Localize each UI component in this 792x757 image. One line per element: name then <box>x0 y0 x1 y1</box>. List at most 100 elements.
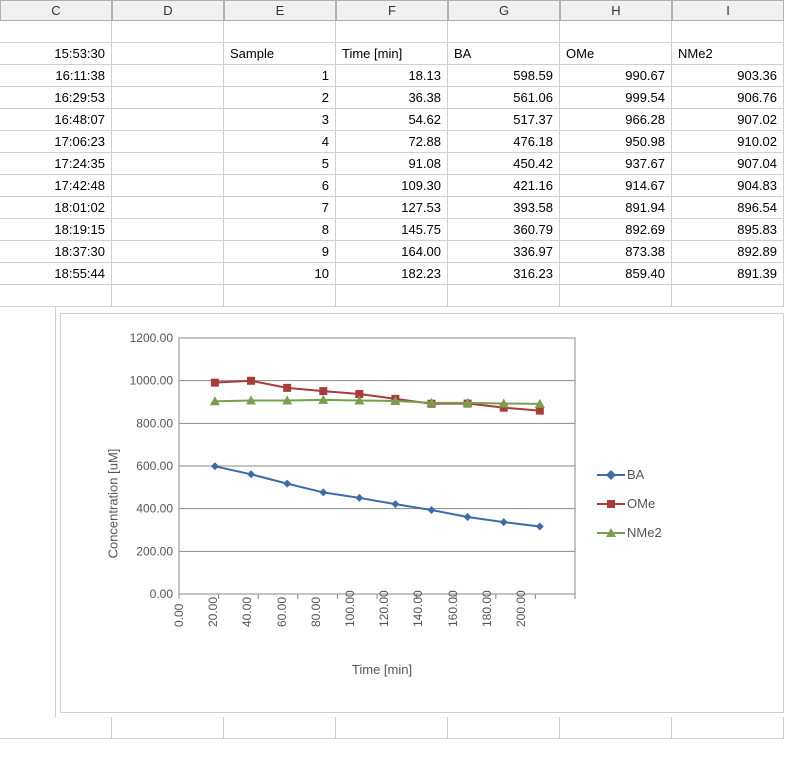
cell[interactable] <box>0 285 112 307</box>
cell[interactable]: 476.18 <box>448 131 560 153</box>
cell[interactable]: 1 <box>224 65 336 87</box>
cell[interactable]: 16:11:38 <box>0 65 112 87</box>
cell[interactable]: 109.30 <box>336 175 448 197</box>
cell[interactable]: 914.67 <box>560 175 672 197</box>
cell[interactable] <box>224 21 336 43</box>
cell[interactable] <box>672 21 784 43</box>
cell[interactable]: 316.23 <box>448 263 560 285</box>
cell[interactable]: 966.28 <box>560 109 672 131</box>
cell[interactable] <box>112 87 224 109</box>
cell[interactable] <box>112 109 224 131</box>
cell[interactable]: 6 <box>224 175 336 197</box>
col-header-F[interactable]: F <box>336 0 448 21</box>
cell[interactable]: 182.23 <box>336 263 448 285</box>
cell[interactable] <box>112 153 224 175</box>
cell[interactable]: 950.98 <box>560 131 672 153</box>
cell[interactable]: 937.67 <box>560 153 672 175</box>
cell[interactable] <box>112 219 224 241</box>
spreadsheet-grid[interactable]: C D E F G H I 15:53:30 Sample Time [min]… <box>0 0 792 285</box>
col-header-H[interactable]: H <box>560 0 672 21</box>
cell-header-sample[interactable]: Sample <box>224 43 336 65</box>
cell[interactable] <box>112 717 224 739</box>
cell[interactable]: 17:06:23 <box>0 131 112 153</box>
cell[interactable]: 910.02 <box>672 131 784 153</box>
cell[interactable]: 17:42:48 <box>0 175 112 197</box>
cell[interactable]: 16:48:07 <box>0 109 112 131</box>
cell[interactable]: 393.58 <box>448 197 560 219</box>
col-header-I[interactable]: I <box>672 0 784 21</box>
cell[interactable]: 18:55:44 <box>0 263 112 285</box>
cell[interactable]: 990.67 <box>560 65 672 87</box>
cell[interactable]: 598.59 <box>448 65 560 87</box>
cell[interactable]: 904.83 <box>672 175 784 197</box>
cell[interactable] <box>224 285 336 307</box>
cell[interactable]: 16:29:53 <box>0 87 112 109</box>
cell[interactable] <box>560 285 672 307</box>
cell[interactable] <box>112 285 224 307</box>
cell[interactable]: 72.88 <box>336 131 448 153</box>
cell[interactable]: 336.97 <box>448 241 560 263</box>
cell[interactable] <box>672 717 784 739</box>
cell[interactable]: 517.37 <box>448 109 560 131</box>
cell[interactable] <box>0 21 112 43</box>
cell[interactable]: 561.06 <box>448 87 560 109</box>
cell[interactable]: 91.08 <box>336 153 448 175</box>
cell[interactable] <box>112 241 224 263</box>
cell[interactable]: 36.38 <box>336 87 448 109</box>
cell[interactable] <box>448 21 560 43</box>
cell[interactable] <box>560 717 672 739</box>
cell[interactable] <box>112 21 224 43</box>
cell[interactable]: 3 <box>224 109 336 131</box>
cell[interactable]: 891.94 <box>560 197 672 219</box>
cell[interactable] <box>336 717 448 739</box>
cell[interactable]: 18.13 <box>336 65 448 87</box>
cell[interactable] <box>0 307 56 717</box>
cell[interactable]: 5 <box>224 153 336 175</box>
cell[interactable] <box>336 285 448 307</box>
cell[interactable]: 17:24:35 <box>0 153 112 175</box>
cell-header-ba[interactable]: BA <box>448 43 560 65</box>
cell[interactable]: 421.16 <box>448 175 560 197</box>
cell-timestamp[interactable]: 15:53:30 <box>0 43 112 65</box>
cell[interactable]: 873.38 <box>560 241 672 263</box>
cell[interactable] <box>0 717 112 739</box>
cell[interactable]: 9 <box>224 241 336 263</box>
cell[interactable]: 54.62 <box>336 109 448 131</box>
cell-header-ome[interactable]: OMe <box>560 43 672 65</box>
cell[interactable]: 360.79 <box>448 219 560 241</box>
cell[interactable]: 18:01:02 <box>0 197 112 219</box>
cell[interactable]: 999.54 <box>560 87 672 109</box>
chart[interactable]: Concentration [uM] 0.00200.00400.00600.0… <box>60 313 784 713</box>
cell[interactable]: 891.39 <box>672 263 784 285</box>
cell[interactable]: 895.83 <box>672 219 784 241</box>
cell[interactable]: 10 <box>224 263 336 285</box>
cell[interactable] <box>112 131 224 153</box>
cell[interactable]: 7 <box>224 197 336 219</box>
cell[interactable]: 892.89 <box>672 241 784 263</box>
cell[interactable] <box>112 197 224 219</box>
cell[interactable] <box>112 175 224 197</box>
cell-header-time[interactable]: Time [min] <box>336 43 448 65</box>
cell[interactable]: 8 <box>224 219 336 241</box>
cell[interactable]: 145.75 <box>336 219 448 241</box>
cell[interactable]: 859.40 <box>560 263 672 285</box>
cell[interactable]: 903.36 <box>672 65 784 87</box>
cell[interactable] <box>224 717 336 739</box>
col-header-E[interactable]: E <box>224 0 336 21</box>
col-header-C[interactable]: C <box>0 0 112 21</box>
cell[interactable]: 127.53 <box>336 197 448 219</box>
cell[interactable]: 907.02 <box>672 109 784 131</box>
cell[interactable] <box>112 65 224 87</box>
cell[interactable]: 18:37:30 <box>0 241 112 263</box>
col-header-G[interactable]: G <box>448 0 560 21</box>
cell[interactable]: 906.76 <box>672 87 784 109</box>
cell[interactable]: 892.69 <box>560 219 672 241</box>
cell[interactable] <box>448 717 560 739</box>
cell[interactable]: 2 <box>224 87 336 109</box>
cell[interactable]: 164.00 <box>336 241 448 263</box>
cell[interactable] <box>448 285 560 307</box>
cell[interactable]: 4 <box>224 131 336 153</box>
cell[interactable] <box>112 263 224 285</box>
cell[interactable] <box>336 21 448 43</box>
cell[interactable]: 896.54 <box>672 197 784 219</box>
